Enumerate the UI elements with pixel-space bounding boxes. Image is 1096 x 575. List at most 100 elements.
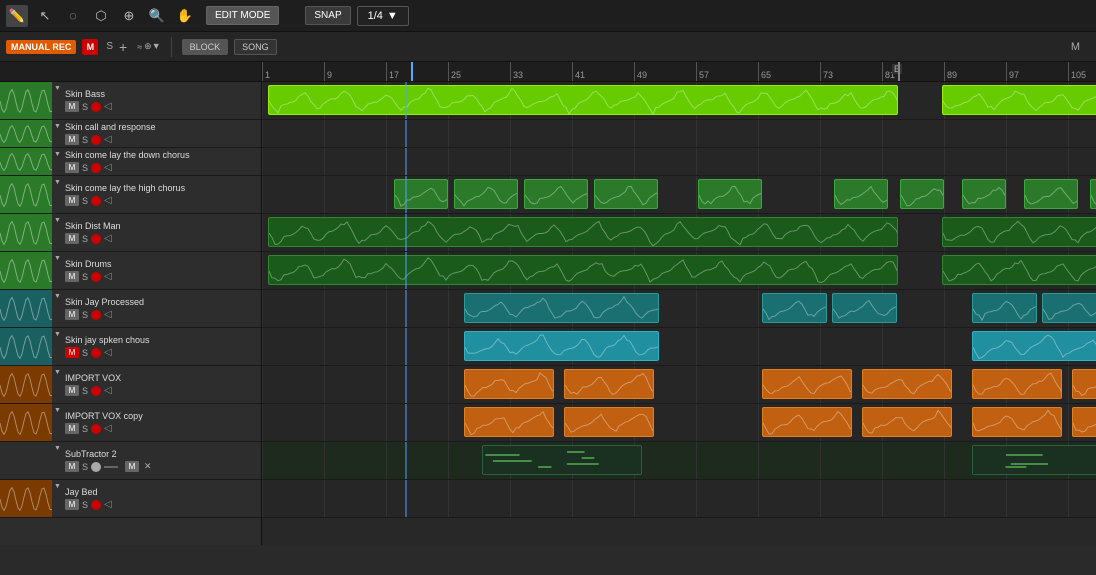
volume-button[interactable]: ◁ [104, 385, 112, 396]
fraction-display[interactable]: 1/4 ▼ [357, 6, 409, 26]
clip[interactable] [762, 293, 827, 323]
clip[interactable] [972, 445, 1096, 475]
eraser-icon[interactable]: ⬡ [90, 5, 112, 27]
solo-button[interactable]: S [82, 424, 88, 434]
volume-button[interactable]: ◁ [104, 347, 112, 358]
record-button[interactable] [91, 272, 101, 282]
track-header[interactable]: ▼Skin BassMS◁ [0, 82, 261, 120]
volume-button[interactable]: ◁ [104, 271, 112, 282]
clip[interactable] [698, 179, 762, 209]
solo-button[interactable]: S [82, 272, 88, 282]
record-button[interactable] [91, 500, 101, 510]
mute-button[interactable]: M [65, 271, 79, 282]
track-header[interactable]: ▼SubTractor 2MSM✕ [0, 442, 261, 480]
manual-rec-button[interactable]: MANUAL REC [6, 40, 76, 54]
song-button[interactable]: SONG [234, 39, 277, 55]
clip[interactable] [464, 293, 659, 323]
track-header[interactable]: ▼Skin call and responseMS◁ [0, 120, 261, 148]
mute-button[interactable]: M [65, 101, 79, 112]
track-collapse-arrow[interactable]: ▼ [54, 179, 61, 186]
clip[interactable] [972, 407, 1062, 437]
track-collapse-arrow[interactable]: ▼ [54, 123, 61, 130]
clip[interactable] [942, 255, 1096, 285]
m-button[interactable]: M [82, 39, 98, 55]
clip[interactable] [268, 217, 898, 247]
track-collapse-arrow[interactable]: ▼ [54, 445, 61, 452]
track-header[interactable]: ▼Skin Dist ManMS◁ [0, 214, 261, 252]
s-button[interactable]: S [106, 41, 113, 52]
solo-button[interactable]: S [82, 462, 88, 472]
track-header[interactable]: ▼IMPORT VOX copyMS◁ [0, 404, 261, 442]
track-header[interactable]: ▼IMPORT VOXMS◁ [0, 366, 261, 404]
solo-button[interactable]: S [82, 135, 88, 145]
track-collapse-arrow[interactable]: ▼ [54, 483, 61, 490]
track-collapse-arrow[interactable]: ▼ [54, 85, 61, 92]
clip[interactable] [594, 179, 658, 209]
mute-button[interactable]: M [65, 134, 79, 145]
clip[interactable] [564, 369, 654, 399]
track-collapse-arrow[interactable]: ▼ [54, 151, 61, 158]
record-button[interactable] [91, 135, 101, 145]
record-button[interactable] [91, 462, 101, 472]
track-header[interactable]: ▼Skin come lay the high chorusMS◁ [0, 176, 261, 214]
mute-button[interactable]: M [65, 162, 79, 173]
mute-button[interactable]: M [65, 385, 79, 396]
pencil-icon[interactable]: ✏️ [6, 5, 28, 27]
add-track-button[interactable]: + [119, 39, 127, 55]
mute-button[interactable]: M [65, 423, 79, 434]
clip[interactable] [464, 369, 554, 399]
solo-button[interactable]: S [82, 310, 88, 320]
record-button[interactable] [91, 102, 101, 112]
cursor-icon[interactable]: ↖ [34, 5, 56, 27]
record-button[interactable] [91, 424, 101, 434]
track-header[interactable]: ▼Skin jay spken chousMS◁ [0, 328, 261, 366]
volume-button[interactable]: ◁ [104, 134, 112, 145]
volume-button[interactable]: ◁ [104, 162, 112, 173]
mute-button[interactable]: M [65, 347, 79, 358]
clip[interactable] [972, 331, 1096, 361]
hand-icon[interactable]: ✋ [174, 5, 196, 27]
track-collapse-arrow[interactable]: ▼ [54, 293, 61, 300]
clip[interactable] [762, 369, 852, 399]
mute-button[interactable]: M [65, 309, 79, 320]
record-button[interactable] [91, 234, 101, 244]
volume-button[interactable]: ◁ [104, 195, 112, 206]
volume-button[interactable]: ◁ [104, 423, 112, 434]
clip[interactable] [454, 179, 518, 209]
volume-button[interactable]: ◁ [104, 309, 112, 320]
track-collapse-arrow[interactable]: ▼ [54, 255, 61, 262]
mute-button[interactable]: M [65, 499, 79, 510]
clip[interactable] [1024, 179, 1078, 209]
clip[interactable] [1042, 293, 1096, 323]
track-collapse-arrow[interactable]: ▼ [54, 407, 61, 414]
clip[interactable] [972, 293, 1037, 323]
solo-button[interactable]: S [82, 102, 88, 112]
clip[interactable] [862, 407, 952, 437]
clip[interactable] [482, 445, 642, 475]
clip[interactable] [942, 85, 1096, 115]
track-collapse-arrow[interactable]: ▼ [54, 217, 61, 224]
record-button[interactable] [91, 310, 101, 320]
mute-button[interactable]: M [65, 461, 79, 472]
clip[interactable] [1072, 407, 1096, 437]
magnify-icon[interactable]: 🔍 [146, 5, 168, 27]
solo-button[interactable]: S [82, 234, 88, 244]
track-collapse-arrow[interactable]: ▼ [54, 331, 61, 338]
mute-button[interactable]: M [65, 233, 79, 244]
clip[interactable] [962, 179, 1006, 209]
clip[interactable] [834, 179, 888, 209]
pin-icon[interactable]: ⊕ [118, 5, 140, 27]
clip[interactable] [1090, 179, 1096, 209]
mute-button-2[interactable]: M [125, 461, 139, 472]
clip[interactable] [1072, 369, 1096, 399]
mute-button[interactable]: M [65, 195, 79, 206]
volume-button[interactable]: ◁ [104, 101, 112, 112]
clip[interactable] [268, 255, 898, 285]
lasso-icon[interactable]: ◌ [62, 5, 84, 27]
clip[interactable] [268, 85, 898, 115]
solo-button[interactable]: S [82, 386, 88, 396]
solo-button[interactable]: S [82, 163, 88, 173]
volume-button[interactable]: ◁ [104, 499, 112, 510]
clip[interactable] [564, 407, 654, 437]
clip[interactable] [942, 217, 1096, 247]
